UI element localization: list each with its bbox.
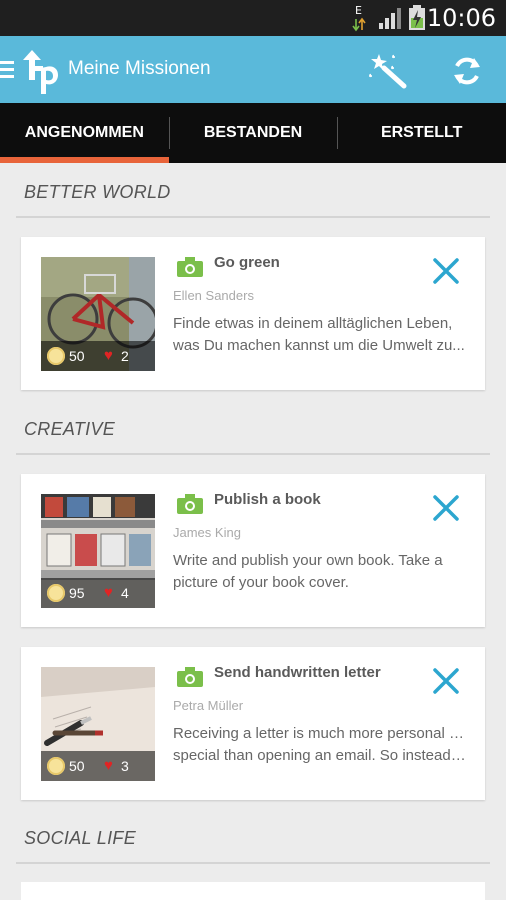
menu-icon[interactable] — [0, 58, 16, 80]
mission-title: Publish a book — [214, 491, 321, 508]
likes-value: 4 — [121, 585, 129, 601]
heart-icon: ♥ — [104, 757, 113, 774]
tab-bar: ANGENOMMEN BESTANDEN ERSTELLT — [0, 103, 506, 163]
mission-description: Write and publish your own book. Take a … — [173, 552, 443, 591]
likes-value: 3 — [121, 758, 129, 774]
section-divider — [16, 216, 490, 218]
tab-label: ERSTELLT — [380, 124, 463, 141]
svg-text:E: E — [355, 4, 362, 17]
mission-image: 95 ♥ 4 — [41, 494, 155, 608]
tab-label: ANGENOMMEN — [24, 124, 144, 141]
tab-label: BESTANDEN — [203, 124, 303, 141]
camera-icon — [177, 667, 203, 687]
section-header: SOCIAL LIFE — [24, 828, 137, 848]
mission-image: 50 ♥ 3 — [41, 667, 155, 781]
section-header: CREATIVE — [24, 419, 116, 439]
section-divider — [16, 453, 490, 455]
mission-description: Finde etwas in deinem alltäglichen Leben… — [173, 315, 465, 354]
coin-icon — [47, 584, 65, 602]
mission-author: Petra Müller — [173, 698, 244, 713]
refresh-icon[interactable] — [450, 54, 484, 88]
mission-card[interactable]: 50 ♥ 3 Send handwritten letter Petra Mül… — [21, 647, 485, 800]
mission-title: Go green — [214, 254, 280, 271]
section-header: BETTER WORLD — [24, 182, 171, 202]
mission-author: James King — [173, 525, 241, 540]
app-bar: Meine Missionen — [0, 36, 506, 103]
mission-stats: 50 ♥ 2 — [41, 341, 155, 371]
tab-angenommen[interactable]: ANGENOMMEN — [0, 103, 169, 163]
mission-card[interactable]: 95 ♥ 4 Publish a book James King Write a… — [21, 474, 485, 627]
close-icon[interactable] — [432, 667, 460, 695]
close-icon[interactable] — [432, 257, 460, 285]
status-bar: E 10:06 — [0, 0, 506, 36]
section-divider — [16, 862, 490, 864]
battery-charging-icon — [409, 5, 425, 30]
camera-icon — [177, 257, 203, 277]
heart-icon: ♥ — [104, 347, 113, 364]
points-value: 50 — [69, 758, 85, 774]
heart-icon: ♥ — [104, 584, 113, 601]
data-indicator-icon: E — [352, 4, 366, 32]
mission-image: 50 ♥ 2 — [41, 257, 155, 371]
mission-title: Send handwritten letter — [214, 664, 381, 681]
tab-erstellt[interactable]: ERSTELLT — [337, 103, 506, 163]
coin-icon — [47, 757, 65, 775]
points-value: 95 — [69, 585, 85, 601]
mission-stats: 95 ♥ 4 — [41, 578, 155, 608]
magic-wand-icon[interactable] — [368, 52, 408, 90]
signal-icon — [379, 8, 401, 29]
page-title: Meine Missionen — [68, 58, 211, 79]
mission-description: Receiving a letter is much more personal… — [173, 725, 469, 764]
camera-icon — [177, 494, 203, 514]
mission-stats: 50 ♥ 3 — [41, 751, 155, 781]
clock: 10:06 — [426, 4, 496, 32]
mission-card[interactable]: 50 ♥ 2 Go green Ellen Sanders Finde etwa… — [21, 237, 485, 390]
tab-bestanden[interactable]: BESTANDEN — [168, 103, 338, 163]
coin-icon — [47, 347, 65, 365]
mission-author: Ellen Sanders — [173, 288, 254, 303]
app-logo[interactable] — [20, 46, 60, 96]
close-icon[interactable] — [432, 494, 460, 522]
points-value: 50 — [69, 348, 85, 364]
mission-card[interactable] — [21, 882, 485, 900]
likes-value: 2 — [121, 348, 129, 364]
